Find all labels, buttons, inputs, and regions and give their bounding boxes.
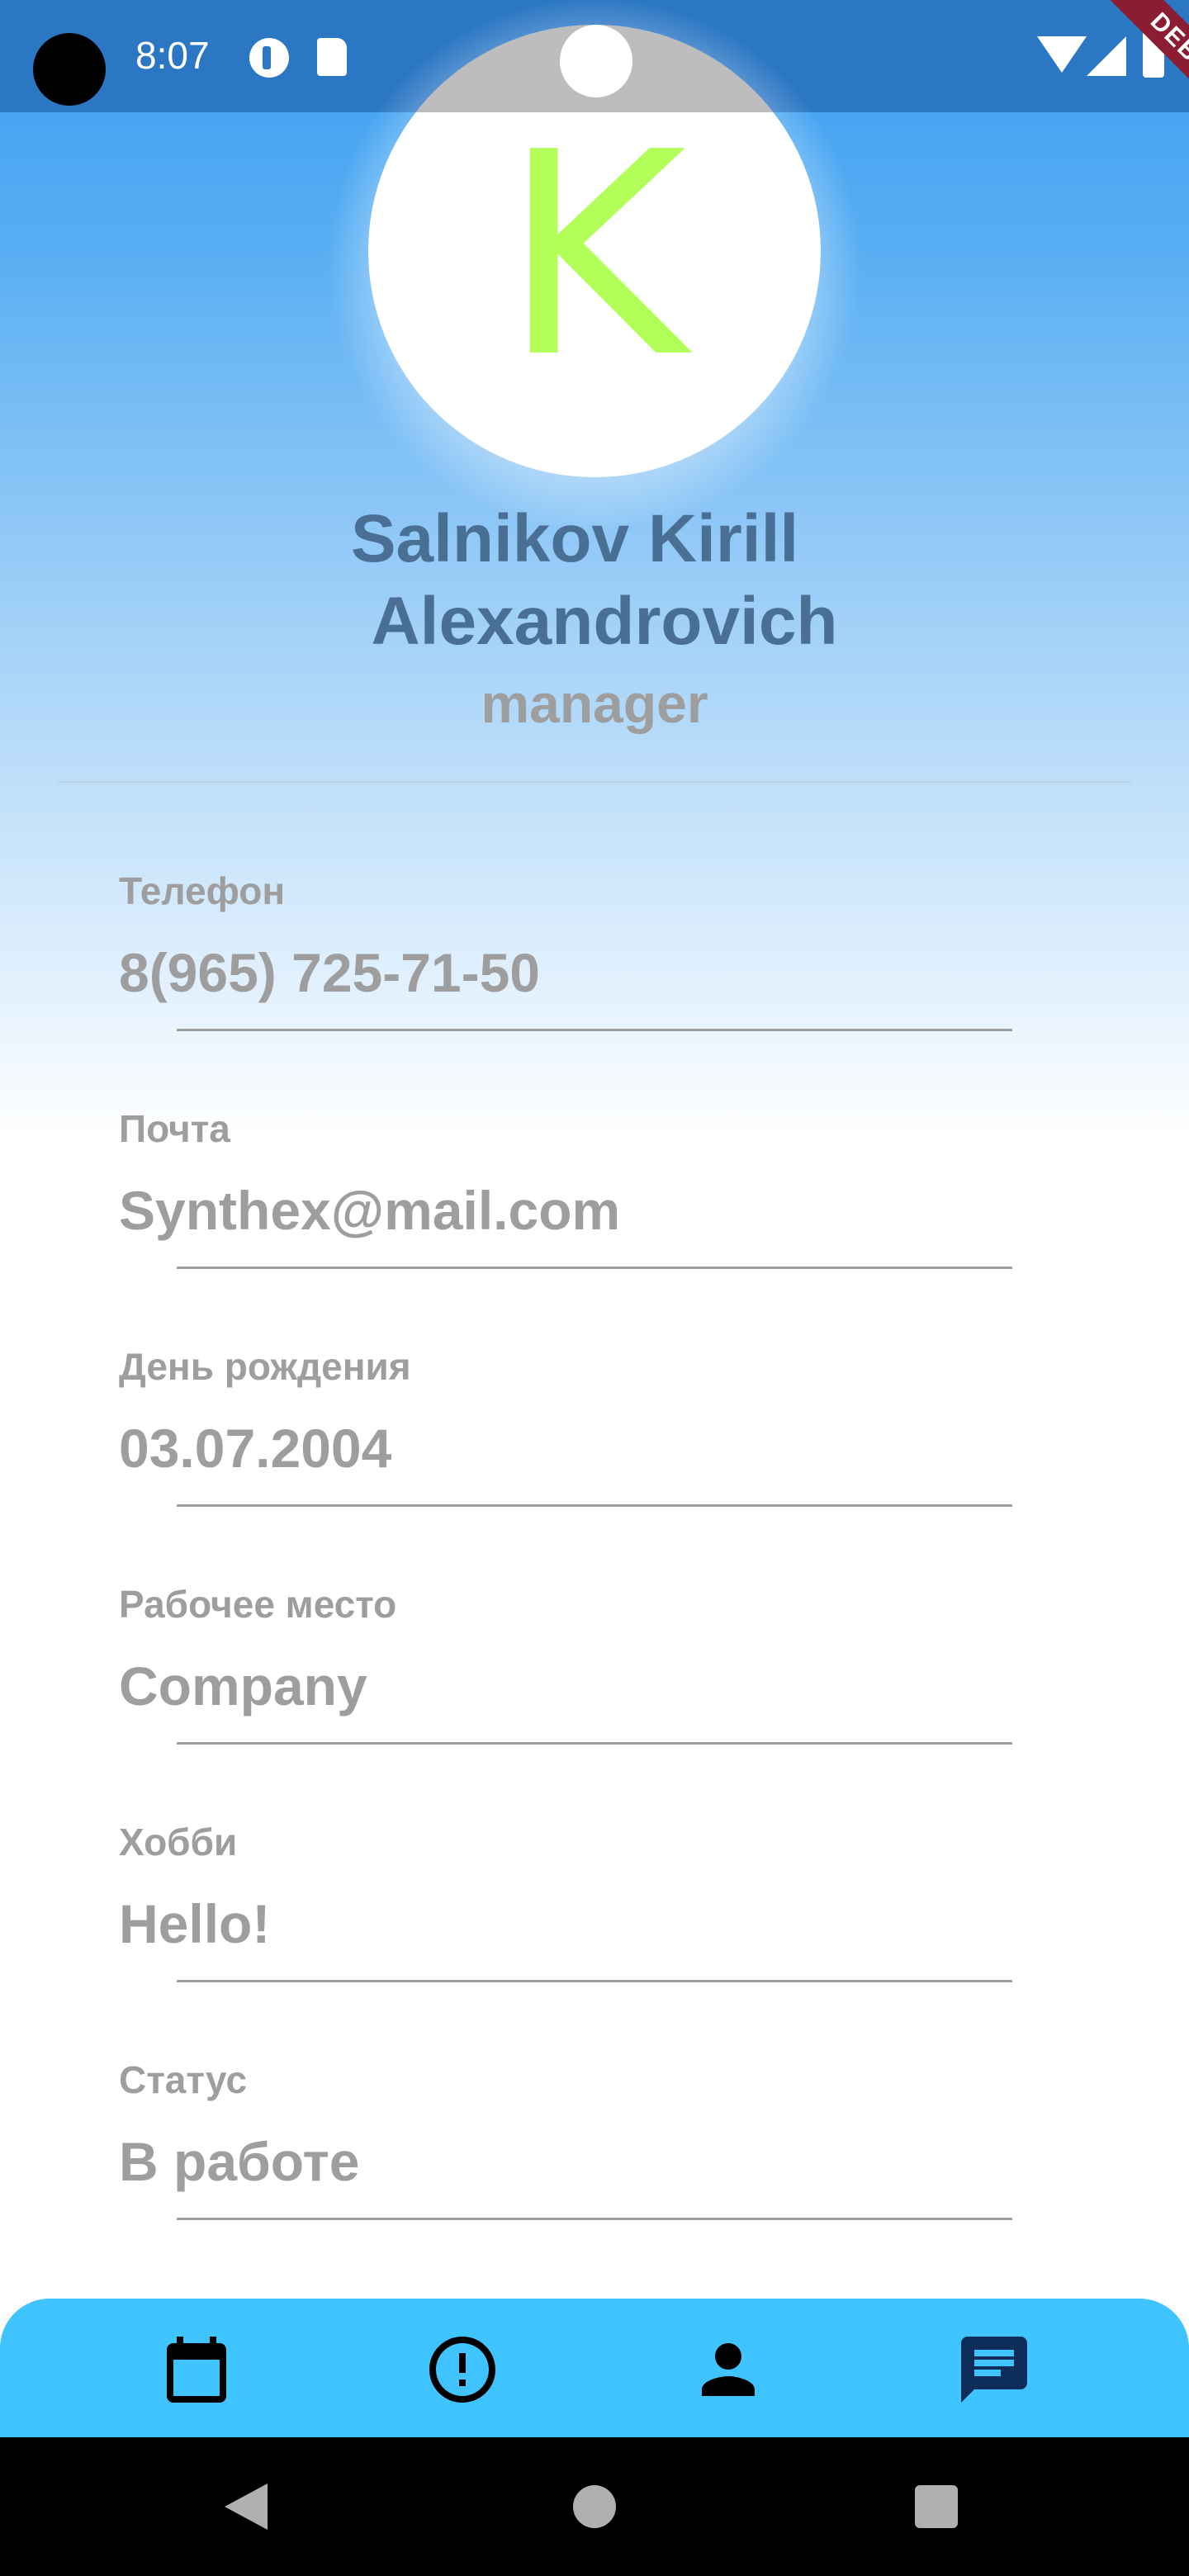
field-hobby[interactable]: Хобби Hello!	[119, 1820, 1027, 1982]
back-icon[interactable]	[225, 2484, 268, 2530]
field-label: Телефон	[119, 869, 286, 912]
avatar-letter: K	[502, 92, 687, 419]
field-phone[interactable]: Телефон 8(965) 725-71-50	[119, 869, 1027, 1031]
sd-card-icon	[317, 38, 347, 76]
field-underline	[177, 1504, 1012, 1507]
notification-icon	[249, 38, 289, 78]
field-value: Synthex@mail.com	[119, 1180, 621, 1241]
field-status[interactable]: Статус В работе	[119, 2057, 1027, 2220]
field-label: Рабочее место	[119, 1583, 397, 1626]
chat-icon	[961, 2337, 1027, 2403]
signal-icon	[1087, 36, 1126, 76]
field-underline	[177, 1742, 1012, 1745]
camera-dot-icon	[33, 33, 106, 106]
field-label: Почта	[119, 1107, 230, 1150]
field-value: 03.07.2004	[119, 1418, 392, 1479]
field-email[interactable]: Почта Synthex@mail.com	[119, 1106, 1027, 1269]
field-underline	[177, 1980, 1012, 1982]
field-birthday[interactable]: День рождения 03.07.2004	[119, 1344, 1027, 1507]
recents-icon[interactable]	[915, 2485, 958, 2528]
field-underline	[177, 1267, 1012, 1269]
profile-role: manager	[481, 673, 708, 734]
field-value: Company	[119, 1655, 367, 1717]
nav-chat[interactable]	[955, 2330, 1034, 2409]
divider	[58, 781, 1131, 783]
field-label: День рождения	[119, 1345, 411, 1388]
nav-alerts[interactable]	[423, 2330, 502, 2409]
home-icon[interactable]	[573, 2485, 616, 2528]
field-label: Хобби	[119, 1821, 238, 1863]
profile-name-line2: Alexandrovich	[371, 584, 838, 659]
status-time: 8:07	[135, 34, 210, 77]
field-value: 8(965) 725-71-50	[119, 942, 541, 1003]
bottom-nav-bar	[0, 2299, 1189, 2439]
alert-circle-icon	[429, 2337, 495, 2403]
field-workplace[interactable]: Рабочее место Company	[119, 1582, 1027, 1745]
field-underline	[177, 1029, 1012, 1031]
field-value: В работе	[119, 2131, 360, 2192]
nav-profile[interactable]	[689, 2330, 768, 2409]
calendar-icon	[167, 2337, 226, 2403]
person-icon	[702, 2343, 755, 2396]
wifi-icon	[1037, 36, 1087, 73]
field-value: Hello!	[119, 1893, 271, 1954]
field-underline	[177, 2218, 1012, 2220]
camera-punch-hole	[560, 25, 632, 97]
field-label: Статус	[119, 2058, 248, 2101]
profile-name-line1: Salnikov Kirill	[350, 501, 799, 576]
nav-calendar[interactable]	[157, 2330, 236, 2409]
